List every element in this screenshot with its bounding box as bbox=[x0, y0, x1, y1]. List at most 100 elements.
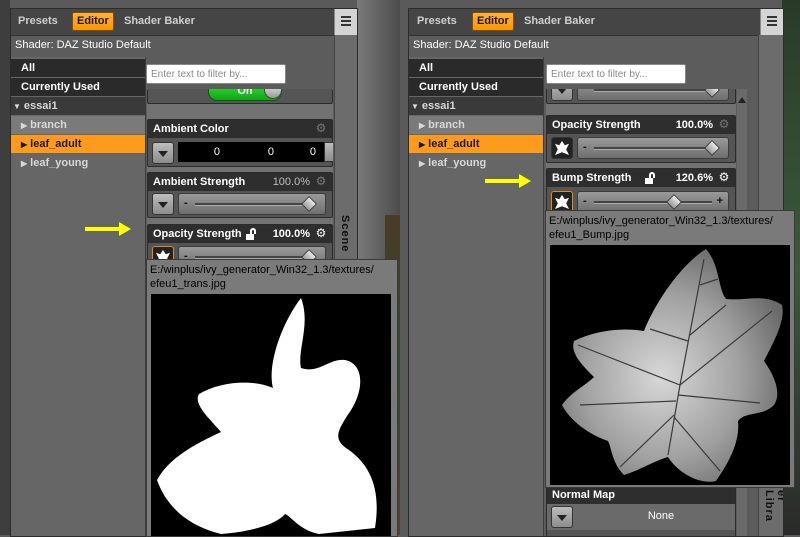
tree-item-all[interactable]: All bbox=[11, 59, 145, 77]
scene-tab-label: Scene bbox=[339, 215, 351, 253]
prop-value: 100.0% bbox=[675, 119, 713, 131]
shader-label: Shader: DAZ Studio Default bbox=[413, 39, 549, 51]
slider-track bbox=[594, 89, 712, 92]
slider-thumb[interactable] bbox=[301, 196, 317, 212]
texture-map-button[interactable] bbox=[551, 89, 573, 101]
color-swatch-button[interactable] bbox=[324, 142, 333, 162]
shader-label: Shader: DAZ Studio Default bbox=[15, 39, 151, 51]
texture-map-button-mapped[interactable] bbox=[551, 137, 573, 159]
texture-map-button[interactable] bbox=[551, 506, 573, 528]
gear-icon[interactable]: ⚙ bbox=[315, 175, 327, 187]
tree-item-label: branch bbox=[428, 119, 465, 131]
expand-triangle-icon: ▼ bbox=[411, 102, 419, 111]
minus-icon: - bbox=[583, 141, 587, 153]
prop-value: 100.0% bbox=[272, 176, 310, 188]
tree-item-leaf-young[interactable]: ▶ leaf_young bbox=[11, 154, 145, 172]
prop-name: Ambient Color bbox=[153, 123, 229, 135]
on-toggle[interactable]: On bbox=[208, 89, 282, 101]
tree-item-leaf-young[interactable]: ▶ leaf_young bbox=[409, 154, 543, 172]
tab-presets[interactable]: Presets bbox=[417, 13, 457, 30]
tree-group-label: essai1 bbox=[421, 100, 456, 112]
gear-icon[interactable]: ⚙ bbox=[718, 171, 730, 183]
menu-icon-line bbox=[767, 24, 777, 26]
collapsed-triangle-icon: ▶ bbox=[21, 121, 28, 130]
gear-icon[interactable]: ⚙ bbox=[718, 118, 730, 130]
color-b-field[interactable]: 0 bbox=[282, 142, 324, 162]
minus-icon: - bbox=[583, 195, 587, 207]
chevron-down-icon bbox=[158, 202, 168, 208]
tab-editor[interactable]: Editor bbox=[472, 12, 514, 31]
tree-item-currently-used[interactable]: Currently Used bbox=[409, 78, 543, 96]
partial-slider[interactable] bbox=[577, 89, 729, 101]
texture-map-button[interactable] bbox=[152, 142, 174, 164]
arrow-head bbox=[519, 174, 531, 188]
tab-editor[interactable]: Editor bbox=[72, 12, 114, 31]
menu-icon bbox=[767, 16, 777, 18]
tab-shader-baker[interactable]: Shader Baker bbox=[124, 13, 195, 30]
tree-item-label: leaf_adult bbox=[428, 138, 480, 150]
lock-body bbox=[645, 178, 653, 184]
leaf-thumbnail-icon bbox=[555, 195, 569, 209]
color-g-field[interactable]: 0 bbox=[228, 142, 282, 162]
prop-name: Opacity Strength bbox=[552, 119, 641, 131]
ambient-strength-slider[interactable]: - bbox=[178, 193, 326, 215]
tree-group-label: essai1 bbox=[23, 100, 58, 112]
tooltip-path-line-1: E:/winplus/ivy_generator_Win32_1.3/textu… bbox=[150, 264, 374, 276]
ivy-leaf-opacity-image bbox=[157, 298, 377, 534]
tooltip-path-line-2: efeu1_Bump.jpg bbox=[549, 229, 630, 241]
tab-shader-baker[interactable]: Shader Baker bbox=[524, 13, 595, 30]
collapsed-triangle-icon: ▶ bbox=[419, 140, 426, 149]
color-r-field[interactable]: 0 bbox=[178, 142, 228, 162]
panel-menu-button[interactable] bbox=[334, 9, 357, 35]
prop-value: 100.0% bbox=[272, 228, 310, 240]
menu-icon bbox=[341, 16, 351, 18]
gear-icon[interactable]: ⚙ bbox=[315, 227, 327, 239]
prop-header: Normal Map bbox=[547, 486, 735, 504]
unlock-icon[interactable] bbox=[246, 228, 258, 240]
prop-partial-slider bbox=[546, 89, 736, 104]
prop-value: 120.6% bbox=[675, 172, 713, 184]
opacity-map-preview bbox=[151, 294, 391, 536]
menu-icon-line bbox=[767, 20, 777, 22]
slider-thumb[interactable] bbox=[704, 89, 720, 98]
leaf-thumbnail-icon bbox=[555, 141, 569, 155]
filter-input[interactable]: Enter text to filter by... bbox=[546, 64, 686, 84]
panel-menu-button[interactable] bbox=[760, 9, 783, 35]
expand-triangle-icon: ▼ bbox=[13, 102, 21, 111]
on-label: On bbox=[237, 89, 253, 97]
tree-item-currently-used[interactable]: Currently Used bbox=[11, 78, 145, 96]
tree-item-leaf-adult[interactable]: ▶ leaf_adult bbox=[11, 135, 145, 153]
tree-group-essai1[interactable]: ▼ essai1 bbox=[409, 97, 543, 115]
minus-icon: - bbox=[184, 197, 188, 209]
gear-icon[interactable]: ⚙ bbox=[315, 122, 327, 134]
tree-item-all[interactable]: All bbox=[409, 59, 543, 77]
tree-group-essai1[interactable]: ▼ essai1 bbox=[11, 97, 145, 115]
opacity-strength-slider[interactable]: - bbox=[577, 137, 729, 159]
tab-bar: Presets Editor Shader Baker bbox=[409, 9, 783, 36]
tooltip-path-line-1: E:/winplus/ivy_generator_Win32_1.3/textu… bbox=[549, 215, 773, 227]
ivy-leaf-bump-image bbox=[562, 249, 783, 482]
scroll-up-icon[interactable] bbox=[738, 97, 746, 103]
slider-thumb[interactable] bbox=[704, 140, 720, 156]
menu-icon-line bbox=[341, 24, 351, 26]
arrow-head bbox=[119, 222, 131, 236]
chevron-down-icon bbox=[158, 151, 168, 157]
texture-tooltip-left: E:/winplus/ivy_generator_Win32_1.3/textu… bbox=[146, 259, 398, 537]
texture-tooltip-right: E:/winplus/ivy_generator_Win32_1.3/textu… bbox=[545, 210, 795, 488]
arrow-shaft bbox=[485, 179, 521, 183]
collapsed-triangle-icon: ▶ bbox=[419, 121, 426, 130]
filter-input[interactable]: Enter text to filter by... bbox=[146, 64, 286, 84]
prop-normal-map: Normal Map None bbox=[546, 485, 736, 536]
surface-tree: All Currently Used ▼ essai1 ▶ branch ▶ leaf… bbox=[11, 57, 146, 536]
tree-item-leaf-adult[interactable]: ▶ leaf_adult bbox=[409, 135, 543, 153]
tree-item-branch[interactable]: ▶ branch bbox=[11, 116, 145, 134]
prop-name: Ambient Strength bbox=[153, 176, 246, 188]
prop-enable-partial: On bbox=[147, 89, 333, 104]
tab-presets[interactable]: Presets bbox=[18, 13, 58, 30]
unlock-icon[interactable] bbox=[645, 172, 657, 184]
collapsed-triangle-icon: ▶ bbox=[21, 140, 28, 149]
tree-item-branch[interactable]: ▶ branch bbox=[409, 116, 543, 134]
texture-map-button[interactable] bbox=[152, 193, 174, 215]
slider-thumb[interactable] bbox=[666, 194, 683, 210]
tooltip-path: E:/winplus/ivy_generator_Win32_1.3/textu… bbox=[150, 263, 374, 291]
